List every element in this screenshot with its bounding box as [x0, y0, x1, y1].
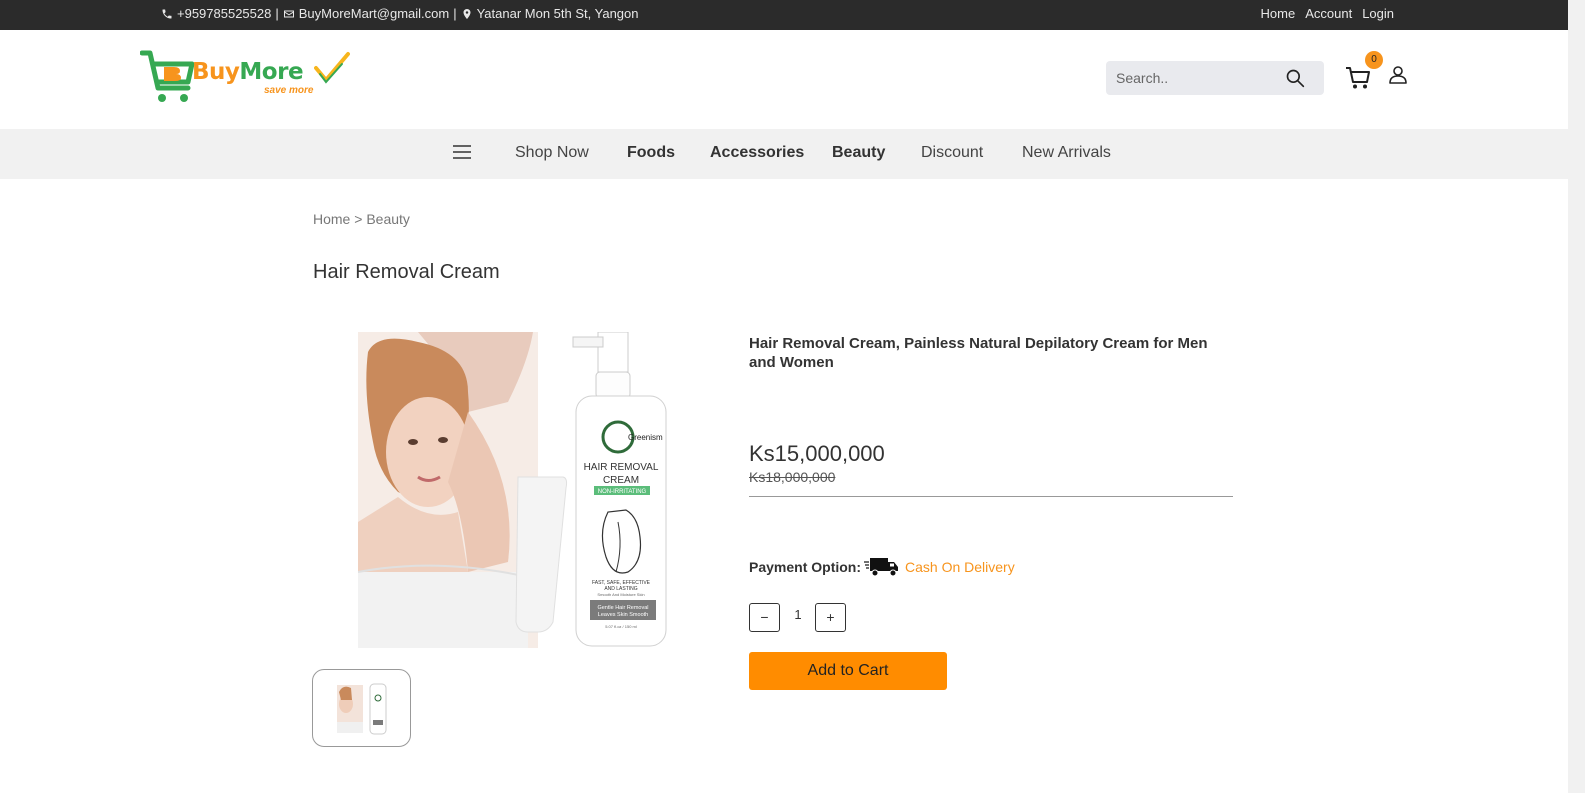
nav-item-discount[interactable]: Discount: [921, 144, 983, 162]
top-links: Home Account Login: [1261, 6, 1394, 21]
separator: |: [275, 6, 279, 21]
thumbnail-photo: [337, 683, 387, 735]
nav-item-beauty[interactable]: Beauty: [832, 144, 885, 162]
scrollbar[interactable]: [1568, 0, 1585, 793]
top-link-home[interactable]: Home: [1261, 6, 1296, 21]
email-text: BuyMoreMart@gmail.com: [298, 6, 450, 21]
hamburger-menu-icon[interactable]: [453, 143, 471, 161]
image-label-line2: CREAM: [603, 475, 639, 486]
search-input[interactable]: [1106, 61, 1281, 95]
nav-item-new-arrivals[interactable]: New Arrivals: [1022, 144, 1111, 162]
nav-item-shop-now[interactable]: Shop Now: [515, 144, 589, 162]
image-brand-text: Greenism: [628, 433, 663, 442]
breadcrumb: Home > Beauty: [313, 211, 410, 227]
quantity-decrease-button[interactable]: −: [749, 603, 780, 632]
logo[interactable]: BuyMore save more: [140, 50, 350, 106]
product-price: Ks15,000,000: [749, 441, 885, 466]
logo-tagline: save more: [264, 85, 314, 96]
nav-item-foods[interactable]: Foods: [627, 144, 675, 162]
image-badge-text: NON-IRRITATING: [598, 489, 647, 495]
image-label-line1: HAIR REMOVAL: [584, 462, 659, 473]
product-thumbnail[interactable]: [312, 669, 411, 747]
phone-icon: [162, 9, 172, 18]
payment-option-label: Payment Option:: [749, 559, 862, 575]
contact-info: +959785525528 | BuyMoreMart@gmail.com | …: [161, 6, 638, 21]
address-text: Yatanar Mon 5th St, Yangon: [476, 6, 639, 21]
product-old-price: Ks18,000,000: [749, 469, 836, 485]
header: BuyMore save more 0: [0, 30, 1568, 129]
delivery-truck-icon: [864, 558, 898, 577]
quantity-increase-button[interactable]: +: [815, 603, 846, 632]
logo-buy: Buy: [192, 59, 240, 85]
image-bottom-line2: Leaves Skin Smooth: [598, 612, 648, 618]
logo-wordmark: BuyMore: [192, 59, 304, 85]
search-box: [1106, 61, 1324, 95]
top-link-login[interactable]: Login: [1362, 6, 1394, 21]
cart-icon[interactable]: [1345, 66, 1371, 90]
product-main-image[interactable]: Greenism HAIR REMOVAL CREAM NON-IRRITATI…: [358, 332, 668, 648]
breadcrumb-home[interactable]: Home: [313, 211, 350, 227]
divider: [749, 496, 1233, 497]
location-pin-icon: [463, 8, 471, 19]
image-desc-line3: Smooth And Moisture Skin: [597, 592, 644, 597]
nav-item-accessories[interactable]: Accessories: [710, 144, 804, 162]
page-title: Hair Removal Cream: [313, 261, 500, 283]
search-icon[interactable]: [1285, 68, 1305, 88]
top-link-account[interactable]: Account: [1305, 6, 1352, 21]
check-icon: [314, 52, 350, 84]
user-icon[interactable]: [1389, 66, 1407, 84]
breadcrumb-current[interactable]: Beauty: [366, 211, 410, 227]
phone-text: +959785525528: [177, 6, 272, 21]
logo-more: More: [239, 59, 304, 85]
product-name: Hair Removal Cream, Painless Natural Dep…: [749, 335, 1208, 371]
top-bar: +959785525528 | BuyMoreMart@gmail.com | …: [0, 0, 1568, 30]
main-nav: Shop Now Foods Accessories Beauty Discou…: [0, 129, 1568, 179]
cart-logo-icon: [140, 50, 195, 102]
quantity-value[interactable]: 1: [789, 607, 807, 622]
image-bottom-line1: Gentle Hair Removal: [597, 605, 648, 611]
cart-count-badge: 0: [1365, 51, 1383, 69]
image-volume-text: 5.07 fl.oz / 150 ml: [605, 624, 637, 629]
breadcrumb-separator: >: [354, 211, 363, 227]
product-photo: Greenism HAIR REMOVAL CREAM NON-IRRITATI…: [358, 332, 667, 648]
add-to-cart-button[interactable]: Add to Cart: [749, 652, 947, 690]
mail-icon: [283, 10, 294, 17]
separator: |: [453, 6, 457, 21]
payment-option-value: Cash On Delivery: [905, 559, 1015, 575]
